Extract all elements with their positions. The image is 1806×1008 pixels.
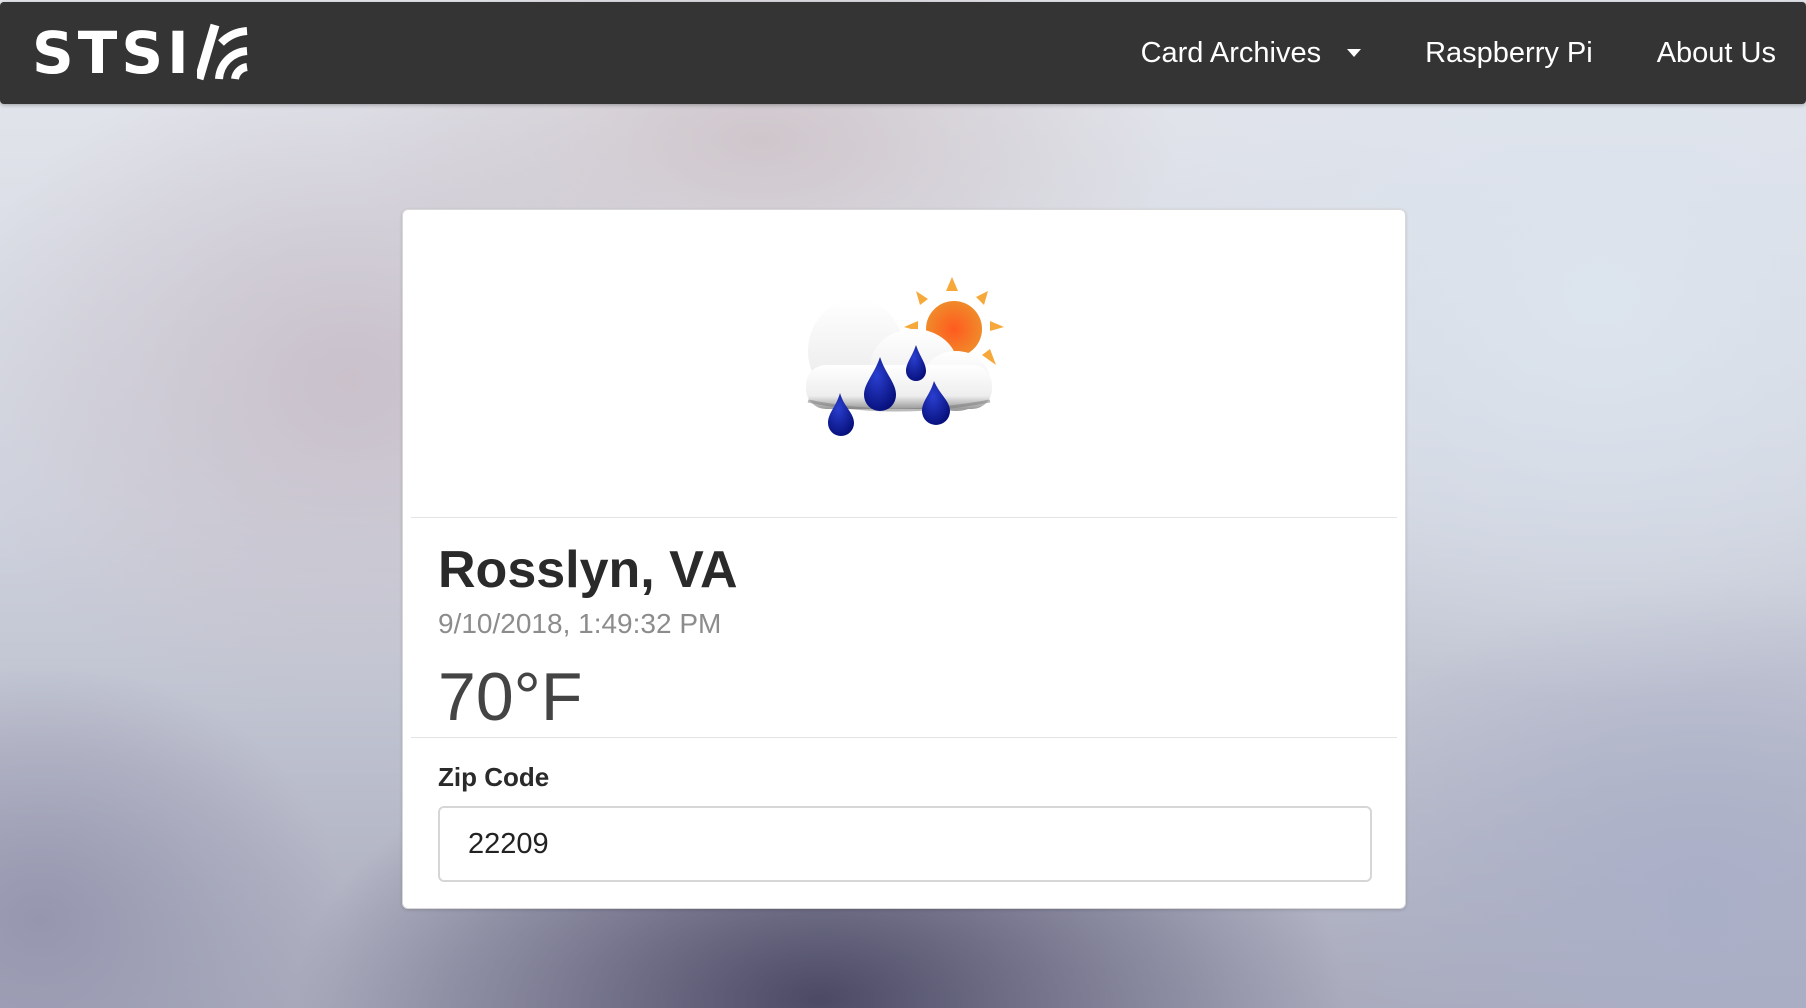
brand-logo[interactable]: STSI: [32, 20, 249, 86]
form-divider: [411, 737, 1397, 738]
brand-name: STSI: [32, 19, 193, 87]
nav-raspberry-pi[interactable]: Raspberry Pi: [1425, 37, 1593, 70]
signal-arcs-icon: [194, 21, 249, 86]
zip-code-input[interactable]: [438, 806, 1372, 882]
top-navbar: STSI Card Archives Raspberry Pi About Us: [0, 2, 1806, 104]
nav-card-archives[interactable]: Card Archives: [1141, 37, 1362, 70]
nav-links: Card Archives Raspberry Pi About Us: [1077, 2, 1776, 104]
location-title: Rosslyn, VA: [438, 541, 738, 599]
weather-image-area: [403, 210, 1405, 517]
observation-timestamp: 9/10/2018, 1:49:32 PM: [438, 608, 722, 639]
temperature-value: 70°F: [438, 659, 583, 735]
image-divider: [411, 517, 1397, 518]
weather-card: Rosslyn, VA 9/10/2018, 1:49:32 PM 70°F Z…: [402, 209, 1406, 909]
nav-card-archives-label: Card Archives: [1140, 36, 1322, 69]
nav-raspberry-pi-label: Raspberry Pi: [1425, 36, 1593, 69]
nav-about-us-label: About Us: [1656, 36, 1776, 69]
caret-down-icon: [1347, 49, 1362, 57]
nav-about-us[interactable]: About Us: [1657, 37, 1776, 70]
rain-showers-partly-sunny-icon: [806, 276, 1004, 436]
zip-code-label: Zip Code: [438, 762, 550, 792]
